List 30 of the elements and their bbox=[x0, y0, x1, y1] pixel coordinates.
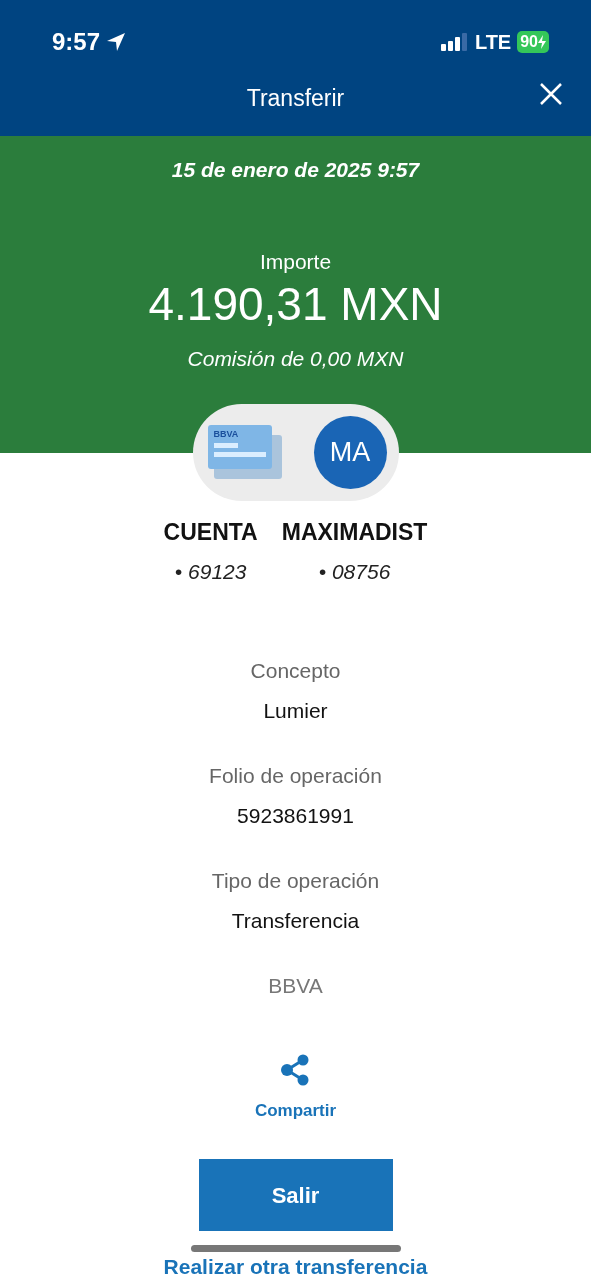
transfer-date: 15 de enero de 2025 9:57 bbox=[171, 157, 420, 184]
fee-text: Comisión de 0,00 MXN bbox=[187, 346, 404, 373]
network-type: LTE bbox=[474, 30, 512, 55]
clock: 9:57 bbox=[52, 27, 101, 57]
close-button[interactable] bbox=[539, 82, 563, 106]
detail-label: Concepto bbox=[250, 658, 341, 684]
exit-button[interactable]: Salir bbox=[198, 1159, 393, 1231]
location-arrow-icon bbox=[106, 32, 127, 52]
card-logo: BBVA bbox=[213, 428, 240, 439]
another-transfer-link[interactable]: Realizar otra transferencia bbox=[163, 1254, 428, 1280]
detail-value: 5923861991 bbox=[237, 802, 354, 829]
share-button[interactable]: Compartir bbox=[254, 1053, 337, 1123]
bank-name: BBVA bbox=[268, 973, 323, 999]
party-name: CUENTA bbox=[163, 518, 258, 547]
share-icon bbox=[280, 1053, 311, 1086]
detail-value: Transferencia bbox=[231, 907, 360, 934]
avatar: MA bbox=[313, 416, 387, 489]
detail-value: Lumier bbox=[263, 697, 328, 724]
card-stripe bbox=[213, 442, 238, 448]
detail-label: Folio de operación bbox=[209, 763, 382, 789]
battery-indicator: 90 bbox=[517, 31, 549, 53]
signal-icon bbox=[440, 33, 469, 51]
party-name: MAXIMADIST bbox=[281, 518, 428, 547]
card-stripe bbox=[213, 451, 266, 457]
amount: 4.190,31 MXN bbox=[148, 277, 443, 332]
amount-label: Importe bbox=[259, 248, 332, 275]
screen-title: Transferir bbox=[246, 83, 345, 113]
account-number: • 69123 bbox=[174, 558, 247, 585]
account-number: • 08756 bbox=[318, 558, 391, 585]
detail-label: Tipo de operación bbox=[211, 868, 380, 894]
